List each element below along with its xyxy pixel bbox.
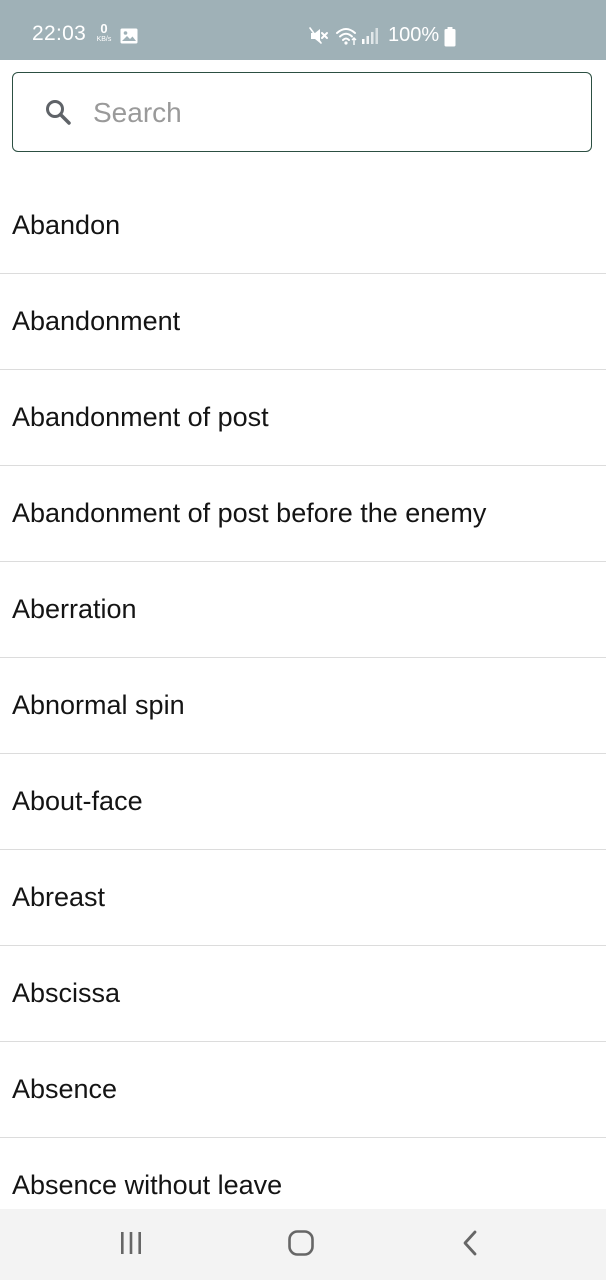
list-item[interactable]: Abandon	[0, 178, 606, 274]
list-item[interactable]: Abandonment of post before the enemy	[0, 466, 606, 562]
list-item[interactable]: Absence	[0, 1042, 606, 1138]
status-time: 22:03	[32, 22, 87, 45]
signal-icon	[361, 28, 379, 49]
status-bar: 22:03 0 KB/s 100%	[0, 0, 606, 60]
list-item[interactable]: Absence without leave	[0, 1138, 606, 1209]
mute-icon	[309, 27, 329, 50]
list-item[interactable]: Abandonment of post	[0, 370, 606, 466]
recent-apps-icon	[118, 1231, 144, 1260]
network-speed-value: 0	[100, 21, 108, 36]
search-icon	[44, 98, 72, 131]
network-speed: 0 KB/s	[92, 22, 116, 48]
list-item[interactable]: Abscissa	[0, 946, 606, 1042]
home-icon	[287, 1229, 315, 1262]
recent-apps-button[interactable]	[111, 1227, 151, 1263]
list-item[interactable]: Abreast	[0, 850, 606, 946]
gallery-icon	[120, 28, 138, 49]
list-item[interactable]: About-face	[0, 754, 606, 850]
navigation-bar	[0, 1209, 606, 1280]
back-button[interactable]	[451, 1227, 491, 1263]
list-item[interactable]: Aberration	[0, 562, 606, 658]
back-icon	[461, 1229, 481, 1262]
battery-icon	[444, 27, 456, 52]
term-list[interactable]: Abandon Abandonment Abandonment of post Aba…	[0, 178, 606, 1209]
battery-percentage: 100%	[388, 24, 440, 46]
list-item[interactable]: Abandonment	[0, 274, 606, 370]
network-speed-unit: KB/s	[96, 36, 112, 43]
wifi-icon	[335, 26, 359, 51]
search-input[interactable]	[93, 91, 573, 135]
search-box[interactable]	[12, 72, 592, 152]
home-button[interactable]	[281, 1227, 321, 1263]
list-item[interactable]: Abnormal spin	[0, 658, 606, 754]
